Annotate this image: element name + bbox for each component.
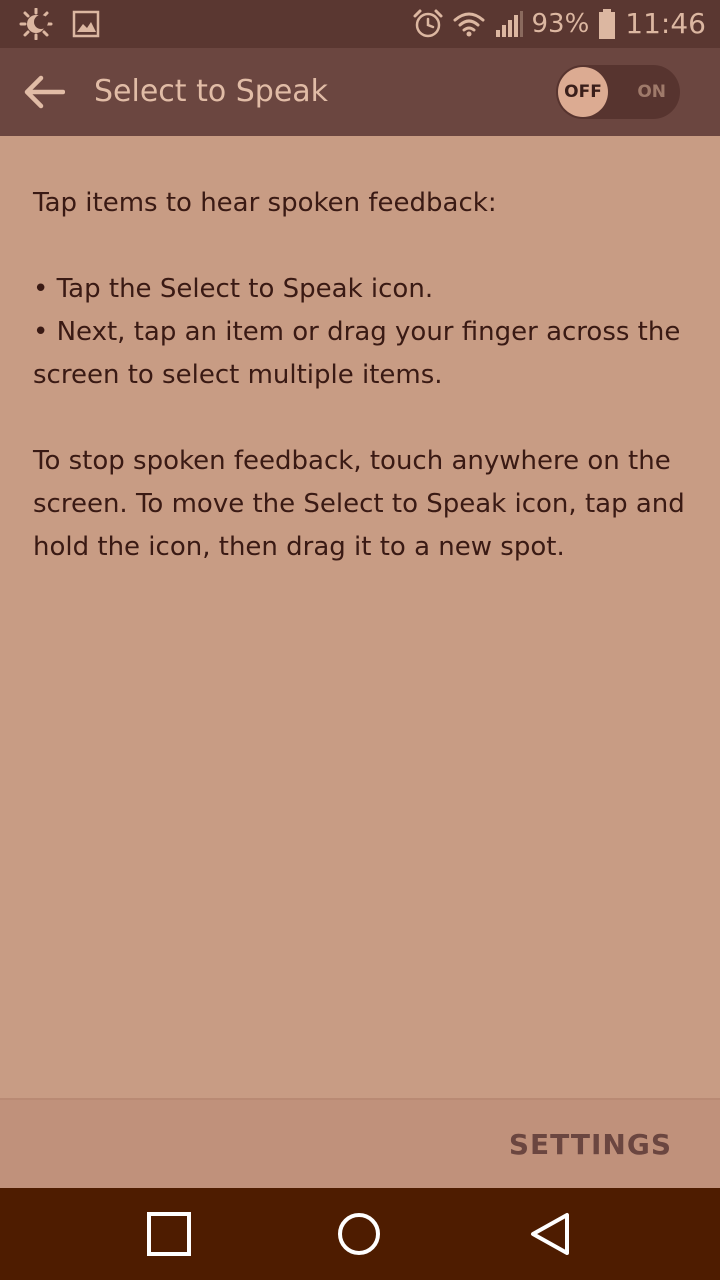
gallery-icon	[72, 10, 100, 38]
toggle-off-label: OFF	[564, 82, 602, 102]
back-arrow-icon	[24, 75, 65, 109]
alarm-icon	[412, 8, 444, 40]
signal-icon	[494, 10, 524, 38]
battery-icon	[597, 8, 617, 40]
status-bar: 93% 11:46	[0, 0, 720, 48]
intro-text: Tap items to hear spoken feedback:	[33, 188, 497, 218]
home-button[interactable]	[335, 1210, 383, 1258]
battery-percent: 93%	[531, 9, 590, 39]
back-nav-icon	[531, 1213, 569, 1255]
service-toggle[interactable]: OFF ON	[556, 65, 680, 119]
toggle-on-label: ON	[637, 82, 666, 102]
bullet-1: • Tap the Select to Speak icon.	[33, 274, 434, 304]
bullet-2: • Next, tap an item or drag your finger …	[33, 317, 681, 390]
recents-button[interactable]	[145, 1210, 193, 1258]
status-left-icons	[18, 8, 100, 40]
status-right-icons: 93% 11:46	[412, 7, 706, 40]
stop-instructions: To stop spoken feedback, touch anywhere …	[33, 446, 685, 562]
back-button[interactable]	[16, 68, 72, 116]
status-time: 11:46	[625, 7, 706, 40]
wifi-icon	[452, 10, 486, 38]
toggle-knob: OFF	[558, 67, 608, 117]
app-bar: Select to Speak OFF ON	[0, 48, 720, 136]
footer-bar: SETTINGS	[0, 1098, 720, 1190]
brightness-icon	[18, 8, 54, 40]
page-title: Select to Speak	[94, 74, 329, 109]
description: Tap items to hear spoken feedback: • Tap…	[33, 182, 693, 569]
home-icon	[338, 1213, 380, 1255]
settings-button[interactable]: SETTINGS	[509, 1124, 672, 1166]
navigation-bar	[0, 1188, 720, 1280]
recents-icon	[147, 1212, 191, 1256]
back-nav-button[interactable]	[526, 1210, 574, 1258]
